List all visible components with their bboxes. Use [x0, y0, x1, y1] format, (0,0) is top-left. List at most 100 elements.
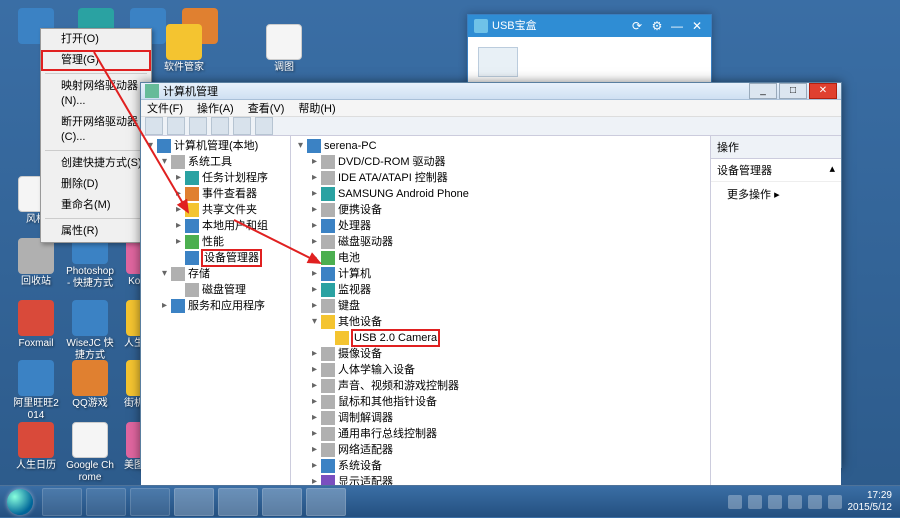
tree-node[interactable]: ▸系统设备 [295, 458, 706, 474]
expand-icon[interactable]: ▸ [309, 394, 320, 410]
desktop-icon[interactable]: Google Chrome [66, 422, 114, 484]
actions-more[interactable]: 更多操作 ▸ [711, 182, 841, 206]
up-button[interactable] [189, 117, 207, 135]
expand-icon[interactable]: ▸ [159, 298, 170, 314]
tree-node[interactable]: ▾serena-PC [295, 138, 706, 154]
usb-slot[interactable] [478, 47, 518, 77]
context-menu-item[interactable]: 属性(R) [41, 221, 151, 242]
tray-icon[interactable] [728, 495, 742, 509]
tree-node[interactable]: ▸摄像设备 [295, 346, 706, 362]
taskbar-item-explorer[interactable] [86, 488, 126, 516]
context-menu-item[interactable]: 管理(G) [41, 50, 151, 71]
expand-icon[interactable]: ▸ [309, 202, 320, 218]
tray-icon[interactable] [748, 495, 762, 509]
tray-icon[interactable] [828, 495, 842, 509]
expand-icon[interactable]: ▸ [309, 186, 320, 202]
expand-icon[interactable]: ▸ [309, 154, 320, 170]
desktop-icon[interactable]: 人生日历 [12, 422, 60, 472]
tray-network-icon[interactable] [788, 495, 802, 509]
tree-node[interactable]: ▸鼠标和其他指针设备 [295, 394, 706, 410]
expand-icon[interactable]: ▾ [145, 138, 156, 154]
tree-node[interactable]: ▸监视器 [295, 282, 706, 298]
properties-button[interactable] [211, 117, 229, 135]
tree-node[interactable]: ▸本地用户和组 [145, 218, 286, 234]
taskbar-item-folder[interactable] [174, 488, 214, 516]
expand-icon[interactable]: ▸ [309, 346, 320, 362]
expand-icon[interactable]: ▸ [173, 186, 184, 202]
expand-icon[interactable]: ▾ [309, 314, 320, 330]
desktop-icon[interactable]: 调图 [260, 24, 308, 74]
minimize-icon[interactable]: — [669, 18, 685, 34]
close-button[interactable]: ✕ [809, 83, 837, 99]
tree-node[interactable]: ▸性能 [145, 234, 286, 250]
menu-item[interactable]: 帮助(H) [298, 100, 335, 116]
tree-node[interactable]: ▾其他设备 [295, 314, 706, 330]
context-menu-item[interactable]: 重命名(M) [41, 195, 151, 216]
start-button[interactable] [0, 486, 40, 518]
expand-icon[interactable]: ▸ [309, 458, 320, 474]
tray-icon[interactable] [768, 495, 782, 509]
refresh-button[interactable] [233, 117, 251, 135]
tree-node[interactable]: ▸IDE ATA/ATAPI 控制器 [295, 170, 706, 186]
expand-icon[interactable]: ▸ [173, 170, 184, 186]
expand-icon[interactable]: ▸ [309, 426, 320, 442]
tree-node[interactable]: ▸便携设备 [295, 202, 706, 218]
tree-node[interactable]: ▸DVD/CD-ROM 驱动器 [295, 154, 706, 170]
back-button[interactable] [145, 117, 163, 135]
close-icon[interactable]: ✕ [689, 18, 705, 34]
expand-icon[interactable]: ▸ [309, 218, 320, 234]
desktop-icon[interactable]: 阿里旺旺2014 [12, 360, 60, 422]
expand-icon[interactable]: ▾ [159, 266, 170, 282]
taskbar-item-ie[interactable] [42, 488, 82, 516]
tree-node[interactable]: 磁盘管理 [145, 282, 286, 298]
tree-node[interactable]: ▸共享文件夹 [145, 202, 286, 218]
help-button[interactable] [255, 117, 273, 135]
desktop-icon[interactable]: QQ游戏 [66, 360, 114, 410]
expand-icon[interactable]: ▾ [159, 154, 170, 170]
expand-icon[interactable]: ▸ [309, 170, 320, 186]
expand-icon[interactable]: ▸ [309, 410, 320, 426]
context-menu-item[interactable]: 创建快捷方式(S) [41, 153, 151, 174]
expand-icon[interactable]: ▸ [173, 234, 184, 250]
expand-icon[interactable]: ▸ [309, 250, 320, 266]
context-menu-item[interactable]: 删除(D) [41, 174, 151, 195]
tree-node[interactable]: ▾计算机管理(本地) [145, 138, 286, 154]
tree-node[interactable]: ▸服务和应用程序 [145, 298, 286, 314]
tree-node[interactable]: ▸事件查看器 [145, 186, 286, 202]
expand-icon[interactable]: ▸ [309, 442, 320, 458]
expand-icon[interactable]: ▸ [309, 266, 320, 282]
desktop-icon[interactable]: WiseJC 快捷方式 [66, 300, 114, 362]
desktop-icon[interactable]: 软件管家 [160, 24, 208, 74]
settings-icon[interactable]: ⚙ [649, 18, 665, 34]
tree-node[interactable]: USB 2.0 Camera [295, 330, 706, 346]
tree-node[interactable]: ▸处理器 [295, 218, 706, 234]
expand-icon[interactable]: ▸ [173, 202, 184, 218]
expand-icon[interactable]: ▾ [295, 138, 306, 154]
desktop-icon[interactable]: Foxmail [12, 300, 60, 350]
expand-icon[interactable]: ▸ [309, 298, 320, 314]
clock[interactable]: 17:29 2015/5/12 [848, 490, 893, 514]
tree-node[interactable]: ▸键盘 [295, 298, 706, 314]
menu-item[interactable]: 文件(F) [147, 100, 183, 116]
context-menu-item[interactable]: 打开(O) [41, 29, 151, 50]
taskbar-item-photoshop[interactable] [218, 488, 258, 516]
expand-icon[interactable]: ▸ [309, 362, 320, 378]
tree-node[interactable]: ▸SAMSUNG Android Phone [295, 186, 706, 202]
expand-icon[interactable]: ▸ [309, 378, 320, 394]
context-menu-item[interactable]: 映射网络驱动器(N)... [41, 76, 151, 112]
tree-node[interactable]: ▾存储 [145, 266, 286, 282]
chevron-up-icon[interactable]: ▴ [829, 162, 835, 178]
taskbar-item-usb[interactable] [306, 488, 346, 516]
tree-node[interactable]: ▸调制解调器 [295, 410, 706, 426]
taskbar-item-mmc[interactable] [262, 488, 302, 516]
tray-volume-icon[interactable] [808, 495, 822, 509]
menu-item[interactable]: 操作(A) [197, 100, 234, 116]
maximize-button[interactable]: □ [779, 83, 807, 99]
context-menu-item[interactable]: 断开网络驱动器(C)... [41, 112, 151, 148]
minimize-button[interactable]: _ [749, 83, 777, 99]
tree-node[interactable]: ▸计算机 [295, 266, 706, 282]
tree-node[interactable]: ▸通用串行总线控制器 [295, 426, 706, 442]
desktop-icon[interactable]: 回收站 [12, 238, 60, 288]
expand-icon[interactable]: ▸ [173, 218, 184, 234]
refresh-icon[interactable]: ⟳ [629, 18, 645, 34]
